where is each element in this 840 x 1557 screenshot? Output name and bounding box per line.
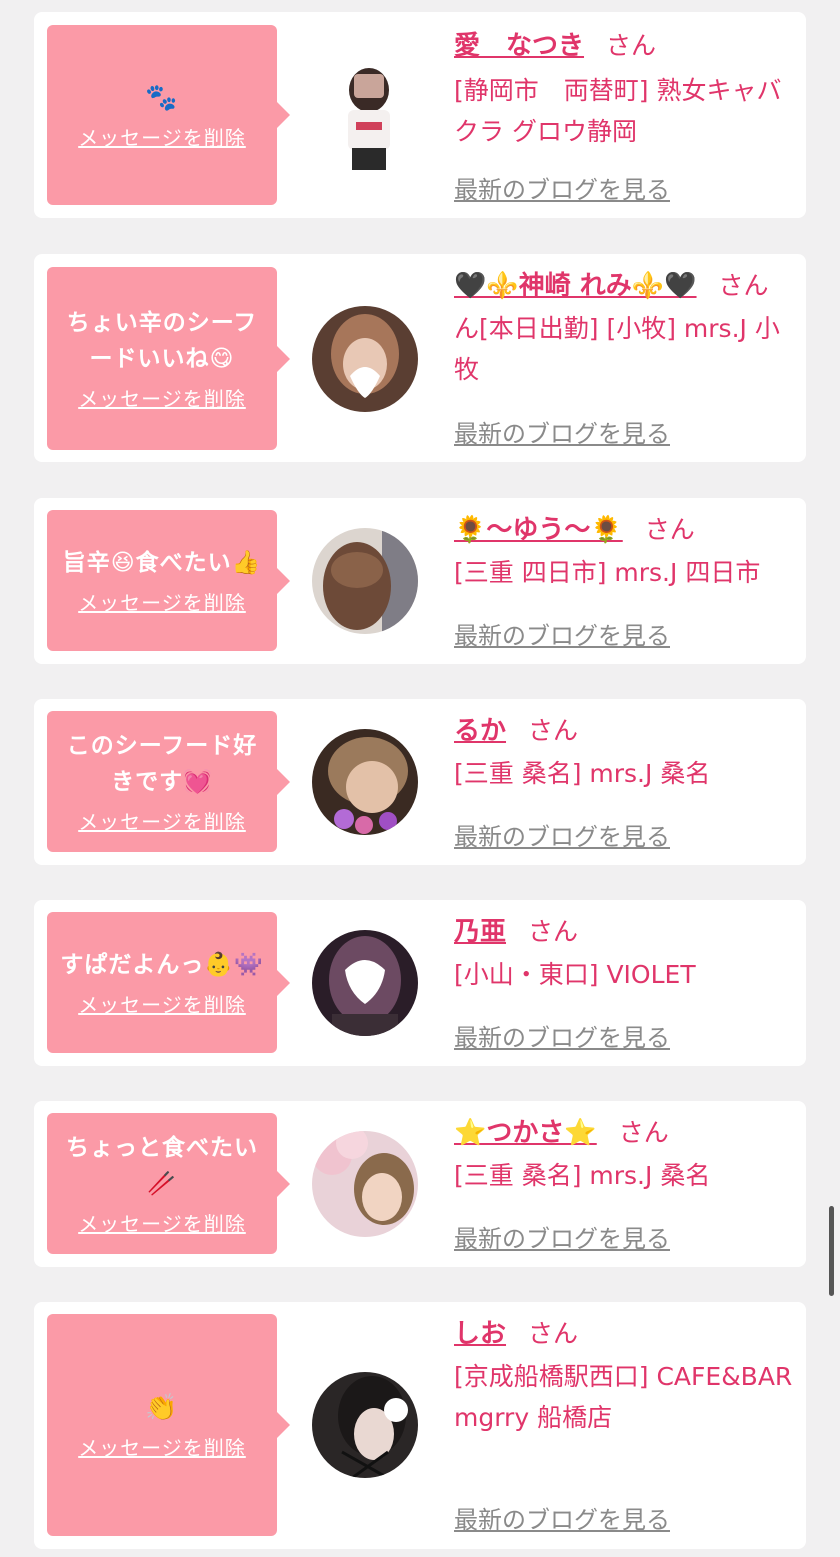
avatar[interactable] bbox=[312, 729, 418, 835]
latest-blog-link[interactable]: 最新のブログを見る bbox=[454, 1500, 670, 1535]
girl-name-link[interactable]: るか bbox=[454, 716, 506, 746]
girl-info: 乃亜 さん [小山・東口] VIOLET bbox=[454, 912, 798, 995]
girl-name-link[interactable]: 🌻〜ゆう〜🌻 bbox=[454, 515, 623, 545]
girl-info: 愛 なつき さん [静岡市 両替町] 熟女キャバクラ グロウ静岡 bbox=[454, 26, 798, 152]
message-bubble: 旨辛😆食べたい👍 メッセージを削除 bbox=[47, 510, 290, 651]
message-text: ちょっと食べたい🥢 bbox=[66, 1135, 258, 1197]
message-bubble: 👏 メッセージを削除 bbox=[47, 1314, 290, 1536]
delete-message-link[interactable]: メッセージを削除 bbox=[78, 122, 246, 151]
avatar[interactable] bbox=[312, 1131, 418, 1237]
girl-name-link[interactable]: 🖤⚜️神崎 れみ⚜️🖤 bbox=[454, 271, 697, 301]
latest-blog-link[interactable]: 最新のブログを見る bbox=[454, 1018, 670, 1053]
message-card: ちょい辛のシーフードいいね😋 メッセージを削除 🖤⚜️神崎 れみ⚜️🖤 さん ん[… bbox=[34, 254, 806, 462]
girl-name-link[interactable]: 愛 なつき bbox=[454, 31, 584, 61]
message-bubble: ちょい辛のシーフードいいね😋 メッセージを削除 bbox=[47, 267, 290, 450]
girl-info: ⭐つかさ⭐ さん [三重 桑名] mrs.J 桑名 bbox=[454, 1113, 798, 1196]
girl-info: るか さん [三重 桑名] mrs.J 桑名 bbox=[454, 711, 798, 794]
message-text: 旨辛😆食べたい👍 bbox=[62, 550, 262, 576]
girl-info: 🌻〜ゆう〜🌻 さん [三重 四日市] mrs.J 四日市 bbox=[454, 510, 798, 593]
shop-info: [京成船橋駅西口] CAFE&BAR mgrry 船橋店 bbox=[454, 1362, 793, 1432]
shop-info: [三重 桑名] mrs.J 桑名 bbox=[454, 759, 711, 788]
latest-blog-link[interactable]: 最新のブログを見る bbox=[454, 1219, 670, 1254]
girl-info: しお さん [京成船橋駅西口] CAFE&BAR mgrry 船橋店 bbox=[454, 1314, 794, 1438]
honorific: さん bbox=[528, 1319, 579, 1348]
latest-blog-link[interactable]: 最新のブログを見る bbox=[454, 817, 670, 852]
honorific: さん bbox=[718, 271, 769, 300]
avatar[interactable] bbox=[334, 64, 404, 170]
scrollbar[interactable] bbox=[829, 1206, 834, 1296]
girl-name-link[interactable]: 乃亜 bbox=[454, 917, 506, 947]
avatar[interactable] bbox=[312, 1372, 418, 1478]
latest-blog-link[interactable]: 最新のブログを見る bbox=[454, 170, 670, 205]
avatar[interactable] bbox=[312, 930, 418, 1036]
latest-blog-link[interactable]: 最新のブログを見る bbox=[454, 616, 670, 651]
message-card: ちょっと食べたい🥢 メッセージを削除 ⭐つかさ⭐ さん [三重 桑名] mrs.J… bbox=[34, 1101, 806, 1267]
delete-message-link[interactable]: メッセージを削除 bbox=[78, 989, 246, 1018]
delete-message-link[interactable]: メッセージを削除 bbox=[78, 587, 246, 616]
honorific: さん bbox=[618, 1118, 669, 1147]
message-text: このシーフード好きです💓 bbox=[66, 733, 258, 795]
latest-blog-link[interactable]: 最新のブログを見る bbox=[454, 414, 670, 449]
message-bubble: すぱだよんっ👶👾 メッセージを削除 bbox=[47, 912, 290, 1053]
avatar[interactable] bbox=[312, 306, 418, 412]
delete-message-link[interactable]: メッセージを削除 bbox=[78, 806, 246, 835]
avatar[interactable] bbox=[312, 528, 418, 634]
message-card: すぱだよんっ👶👾 メッセージを削除 乃亜 さん [小山・東口] VIOLET 最新… bbox=[34, 900, 806, 1066]
honorific: さん bbox=[528, 716, 579, 745]
shop-info: [小山・東口] VIOLET bbox=[454, 960, 696, 989]
message-card: 👏 メッセージを削除 しお さん [京成船橋駅西口] CAFE&BAR mgrry… bbox=[34, 1302, 806, 1549]
honorific: さん bbox=[528, 917, 579, 946]
message-text: 👏 bbox=[145, 1392, 179, 1423]
message-card: 旨辛😆食べたい👍 メッセージを削除 🌻〜ゆう〜🌻 さん [三重 四日市] mrs.… bbox=[34, 498, 806, 664]
shop-info: [静岡市 両替町] 熟女キャバクラ グロウ静岡 bbox=[454, 76, 782, 146]
message-bubble: ちょっと食べたい🥢 メッセージを削除 bbox=[47, 1113, 290, 1254]
honorific: さん bbox=[606, 31, 657, 60]
delete-message-link[interactable]: メッセージを削除 bbox=[78, 383, 246, 412]
girl-name-link[interactable]: しお bbox=[454, 1319, 506, 1349]
message-card: 🐾 メッセージを削除 愛 なつき さん [静岡市 両替町] 熟女キャバクラ グロウ… bbox=[34, 12, 806, 218]
delete-message-link[interactable]: メッセージを削除 bbox=[78, 1208, 246, 1237]
message-text: 🐾 bbox=[145, 82, 179, 113]
shop-info: [三重 桑名] mrs.J 桑名 bbox=[454, 1161, 711, 1190]
message-card: このシーフード好きです💓 メッセージを削除 るか さん [三重 桑名] mrs.J… bbox=[34, 699, 806, 865]
girl-name-link[interactable]: ⭐つかさ⭐ bbox=[454, 1118, 597, 1148]
honorific: さん bbox=[644, 515, 695, 544]
message-text: ちょい辛のシーフードいいね😋 bbox=[66, 310, 258, 372]
girl-info: 🖤⚜️神崎 れみ⚜️🖤 さん ん[本日出勤] [小牧] mrs.J 小牧 bbox=[454, 266, 798, 390]
shop-info: [三重 四日市] mrs.J 四日市 bbox=[454, 558, 761, 587]
delete-message-link[interactable]: メッセージを削除 bbox=[78, 1432, 246, 1461]
message-text: すぱだよんっ👶👾 bbox=[60, 952, 264, 978]
shop-info: ん[本日出勤] [小牧] mrs.J 小牧 bbox=[454, 314, 780, 384]
message-bubble: 🐾 メッセージを削除 bbox=[47, 25, 290, 205]
message-bubble: このシーフード好きです💓 メッセージを削除 bbox=[47, 711, 290, 852]
